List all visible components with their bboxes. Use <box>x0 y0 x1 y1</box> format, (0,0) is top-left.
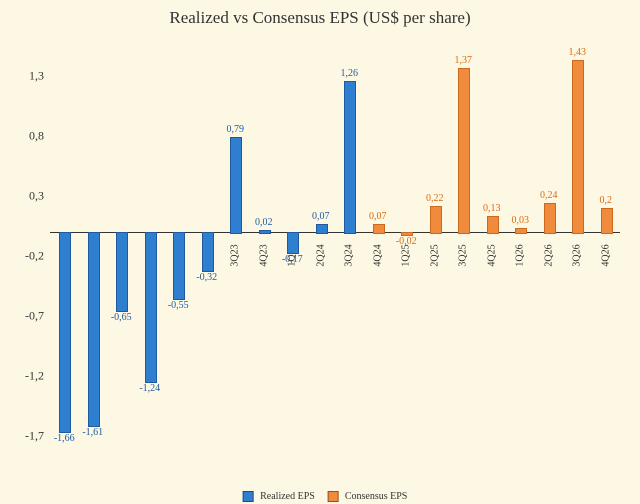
data-label: -0,17 <box>282 254 303 265</box>
data-label: -1,61 <box>82 427 103 438</box>
x-tick: 1Q25 <box>401 244 412 266</box>
x-tick: 4Q26 <box>600 244 611 266</box>
data-label: 0,13 <box>483 203 501 214</box>
data-label: 1,43 <box>569 47 587 58</box>
y-tick: -1,7 <box>8 429 44 444</box>
data-label: 0,02 <box>255 217 273 228</box>
bar-consensus <box>515 228 527 234</box>
data-label: 0,07 <box>369 211 387 222</box>
bar-realized <box>173 232 185 300</box>
x-tick: 3Q24 <box>344 244 355 266</box>
bar-consensus <box>601 208 613 234</box>
x-tick: 4Q24 <box>372 244 383 266</box>
x-tick: 3Q26 <box>572 244 583 266</box>
y-tick: -1,2 <box>8 369 44 384</box>
data-label: -1,24 <box>139 383 160 394</box>
data-label: 0,2 <box>600 195 613 206</box>
x-tick: 3Q25 <box>458 244 469 266</box>
bar-consensus <box>572 60 584 234</box>
data-label: -1,66 <box>54 433 75 444</box>
bar-consensus <box>544 203 556 234</box>
bar-realized <box>316 224 328 234</box>
data-label: -0,32 <box>196 272 217 283</box>
data-label: 1,26 <box>341 68 359 79</box>
bar-realized <box>202 232 214 272</box>
y-tick: -0,2 <box>8 249 44 264</box>
plot-area: -1,7-1,2-0,7-0,20,30,81,31Q22-1,662Q22-1… <box>50 40 620 460</box>
data-label: 0,24 <box>540 190 558 201</box>
bar-realized <box>287 232 299 254</box>
data-label: 0,22 <box>426 193 444 204</box>
legend-label-realized: Realized EPS <box>260 491 315 502</box>
data-label: 0,79 <box>227 124 245 135</box>
bar-consensus <box>458 68 470 234</box>
axis-baseline <box>50 232 620 233</box>
bar-realized <box>259 230 271 234</box>
x-tick: 3Q23 <box>230 244 241 266</box>
data-label: -0,65 <box>111 312 132 323</box>
data-label: -0,55 <box>168 300 189 311</box>
legend-swatch-realized <box>243 491 254 502</box>
bar-realized <box>59 232 71 433</box>
bar-realized <box>145 232 157 383</box>
bar-consensus <box>487 216 499 234</box>
legend-label-consensus: Consensus EPS <box>345 491 408 502</box>
bar-realized <box>230 137 242 234</box>
x-tick: 4Q23 <box>258 244 269 266</box>
bar-realized <box>116 232 128 312</box>
data-label: -0,02 <box>396 236 417 247</box>
data-label: 0,03 <box>512 215 530 226</box>
x-tick: 4Q25 <box>486 244 497 266</box>
data-label: 1,37 <box>455 55 473 66</box>
x-tick: 2Q25 <box>429 244 440 266</box>
y-tick: 0,3 <box>8 189 44 204</box>
y-tick: 0,8 <box>8 129 44 144</box>
x-tick: 1Q26 <box>515 244 526 266</box>
chart-container: Realized vs Consensus EPS (US$ per share… <box>0 0 640 504</box>
data-label: 0,07 <box>312 211 330 222</box>
y-tick: 1,3 <box>8 69 44 84</box>
x-tick: 2Q26 <box>543 244 554 266</box>
y-tick: -0,7 <box>8 309 44 324</box>
bar-realized <box>344 81 356 234</box>
bar-realized <box>88 232 100 427</box>
x-tick: 2Q24 <box>315 244 326 266</box>
legend-swatch-consensus <box>327 491 338 502</box>
bar-consensus <box>373 224 385 234</box>
bar-consensus <box>430 206 442 234</box>
chart-title: Realized vs Consensus EPS (US$ per share… <box>0 8 640 28</box>
legend: Realized EPS Consensus EPS <box>233 491 408 502</box>
